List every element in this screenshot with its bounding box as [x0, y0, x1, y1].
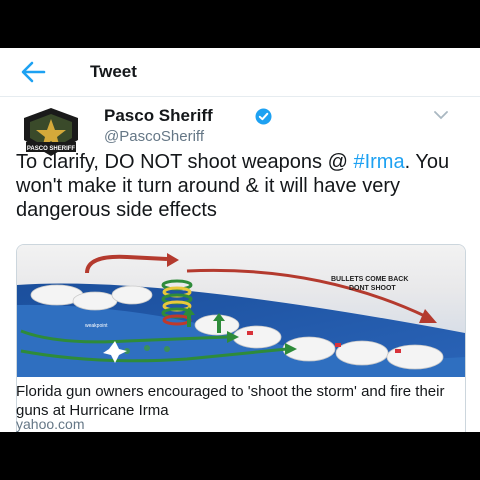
author-name[interactable]: Pasco Sheriff: [104, 106, 213, 126]
tweet-text-before: To clarify, DO NOT shoot weapons @: [16, 151, 354, 173]
card-title[interactable]: Florida gun owners encouraged to 'shoot …: [16, 382, 456, 420]
page-title: Tweet: [90, 62, 137, 81]
callout-line-1: BULLETS COME BACK: [331, 276, 408, 283]
card-domain[interactable]: yahoo.com: [16, 416, 84, 432]
weakpoint-label: weakpoint: [85, 323, 108, 329]
tweet-text: To clarify, DO NOT shoot weapons @ #Irma…: [16, 150, 466, 222]
arrow-left-icon[interactable]: [18, 58, 48, 86]
top-bar: Tweet: [0, 48, 480, 97]
chevron-down-icon[interactable]: [434, 110, 448, 120]
author-handle[interactable]: @PascoSheriff: [104, 128, 204, 145]
hashtag-link[interactable]: #Irma: [353, 151, 404, 173]
verified-badge-icon: [255, 108, 272, 125]
hurricane-diagram-image: weakpoint BULLETS COME BACK DONT SHOOT: [17, 245, 465, 377]
callout-line-2: DONT SHOOT: [349, 285, 396, 292]
tweet-screen: Tweet PASCO SHERIFF Pasco Sheriff @Pasco…: [0, 48, 480, 432]
